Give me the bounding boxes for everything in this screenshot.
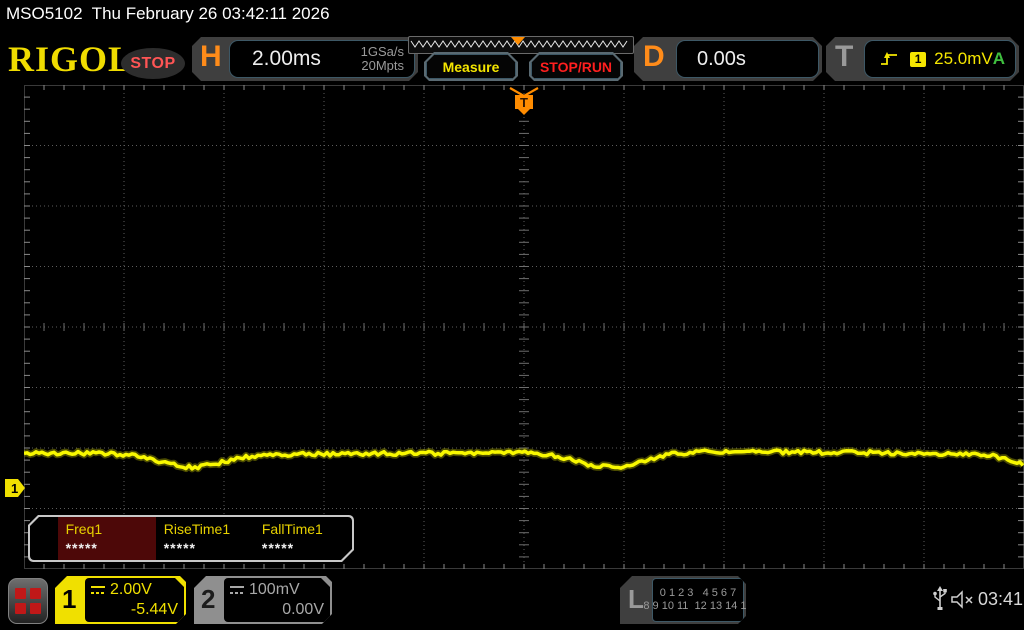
acquisition-state-badge: STOP xyxy=(121,48,185,79)
measurement-value: ***** xyxy=(261,540,295,556)
menu-grid-button[interactable] xyxy=(8,578,48,624)
logic-channels-status[interactable]: L 0 1 2 3 4 5 6 7 8 9 10 11 12 13 14 15 xyxy=(620,576,746,624)
trigger-position-marker-mini xyxy=(511,37,525,45)
delay-box: 0.00s xyxy=(676,40,819,78)
measure-button-label: Measure xyxy=(442,58,500,75)
sample-rate-info: 1GSa/s 20Mpts xyxy=(361,45,404,73)
memory-depth: 20Mpts xyxy=(361,58,404,73)
rising-edge-icon xyxy=(879,51,898,67)
delay-widget[interactable]: D 0.00s xyxy=(634,37,822,81)
rigol-logo: RIGOL xyxy=(8,39,134,79)
trigger-source-badge: 1 xyxy=(910,52,926,67)
trigger-widget[interactable]: T 1 25.0mV A xyxy=(826,37,1019,81)
measurement-panel[interactable]: Freq1 ***** RiseTime1 ***** FallTime1 **… xyxy=(28,515,354,562)
trigger-mode: A xyxy=(992,49,1005,68)
logic-row-8-15: 8 9 10 11 12 13 14 15 xyxy=(643,600,753,612)
dc-coupling-icon xyxy=(230,586,244,595)
svg-text:T: T xyxy=(520,95,528,110)
trigger-position-marker[interactable]: T xyxy=(507,86,541,116)
channel1-status[interactable]: 1 2.00V -5.44V xyxy=(55,576,186,624)
horizontal-box: 2.00ms 1GSa/s 20Mpts xyxy=(229,40,415,78)
trigger-level-value: 25.0mV xyxy=(934,49,993,68)
horizontal-label: H xyxy=(200,40,222,73)
channel2-scale: 100mV xyxy=(249,581,300,598)
stop-run-button-label: STOP/RUN xyxy=(539,58,613,75)
channel2-offset: 0.00V xyxy=(282,601,324,618)
clock-display: 03:41 xyxy=(978,589,1024,609)
channel1-offset: -5.44V xyxy=(130,601,178,618)
delay-value: 0.00s xyxy=(697,47,746,70)
trigger-box: 1 25.0mV A xyxy=(864,40,1016,78)
title-bar: MSO5102 Thu February 26 03:42:11 2026 xyxy=(6,4,330,23)
sample-rate: 1GSa/s xyxy=(360,44,404,59)
logic-label: L xyxy=(628,584,644,614)
delay-label: D xyxy=(643,40,665,73)
measurement-item-risetime1[interactable]: RiseTime1 ***** xyxy=(156,517,254,560)
stop-run-button[interactable]: STOP/RUN xyxy=(529,52,623,81)
trigger-source: 1 xyxy=(914,52,922,66)
timebase-value: 2.00ms xyxy=(252,47,321,70)
measurement-label: Freq1 xyxy=(65,521,103,537)
speaker-muted-icon xyxy=(951,590,973,609)
svg-text:1: 1 xyxy=(11,481,18,496)
measurement-value: ***** xyxy=(163,540,196,556)
menu-grid-icon xyxy=(15,588,26,599)
acquisition-state-label: STOP xyxy=(130,54,176,72)
channel1-offset-marker[interactable]: 1 xyxy=(5,479,26,498)
channel1-scale: 2.00V xyxy=(110,581,152,598)
measurement-panel-spacer xyxy=(30,517,58,560)
trigger-label: T xyxy=(835,40,854,73)
usb-icon xyxy=(933,586,947,610)
dc-coupling-icon xyxy=(91,586,105,595)
channel1-number: 1 xyxy=(62,584,77,614)
measure-button[interactable]: Measure xyxy=(424,52,518,81)
logic-row-0-7: 0 1 2 3 4 5 6 7 xyxy=(659,587,737,599)
waveform-position-bar[interactable] xyxy=(408,36,634,54)
measurement-item-freq1[interactable]: Freq1 ***** xyxy=(58,517,156,560)
horizontal-widget[interactable]: H 2.00ms 1GSa/s 20Mpts xyxy=(192,37,418,81)
graticule-display xyxy=(24,85,1024,569)
channel2-number: 2 xyxy=(201,584,216,614)
oscilloscope-screen: { "title_bar": {"text": "MSO5102 Thu Feb… xyxy=(0,0,1024,630)
measurement-item-falltime1[interactable]: FallTime1 ***** xyxy=(254,517,352,560)
measurement-label: FallTime1 xyxy=(261,521,323,537)
channel2-status[interactable]: 2 100mV 0.00V xyxy=(194,576,332,624)
measurement-value: ***** xyxy=(65,540,98,556)
measurement-label: RiseTime1 xyxy=(163,521,231,537)
